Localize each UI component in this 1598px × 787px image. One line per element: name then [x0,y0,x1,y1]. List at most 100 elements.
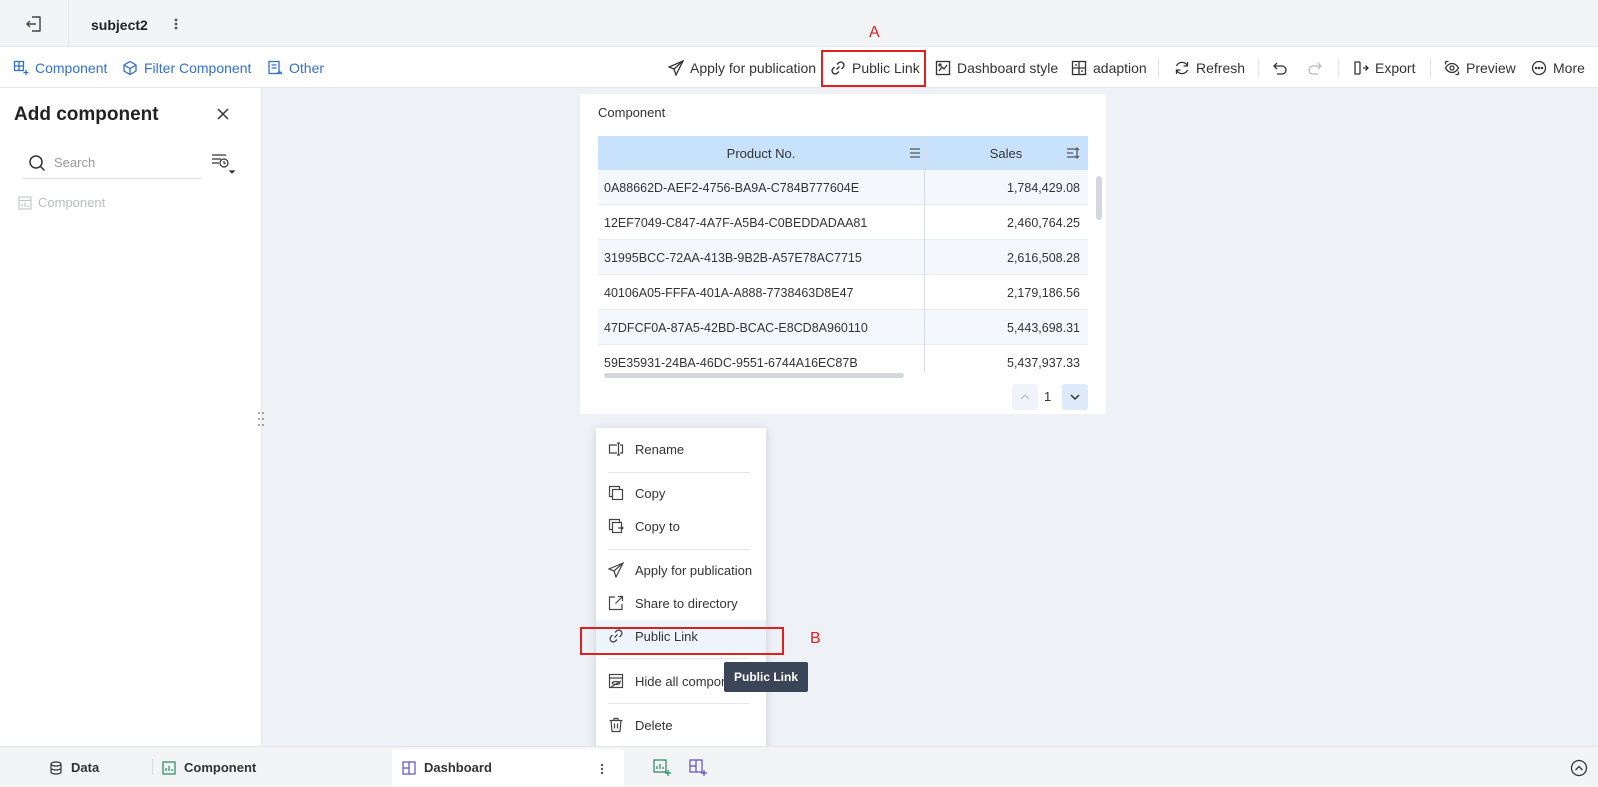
page-down-button[interactable] [1062,384,1088,410]
column-header-label: Product No. [726,145,796,161]
other-button[interactable]: Other [267,47,324,88]
title-divider [68,0,69,47]
apply-publication-label: Apply for publication [690,59,817,76]
undo-button[interactable] [1272,47,1288,88]
cell-product: 40106A05-FFFA-401A-A888-7738463D8E47 [604,286,854,300]
vertical-scrollbar[interactable] [1096,176,1102,220]
chart-icon [162,760,176,775]
column-divider [924,136,925,372]
search-box [22,147,202,179]
tab-data[interactable]: Data [49,747,99,787]
close-icon[interactable] [215,106,231,122]
title-more-icon[interactable] [170,14,182,34]
search-input[interactable] [54,155,184,170]
menu-item-share-directory[interactable]: Share to directory [596,587,766,619]
adaption-button[interactable]: adaption [1071,47,1147,88]
column-header-sales[interactable]: Sales [924,136,1088,170]
redo-button[interactable] [1307,47,1323,88]
card-title: Component [598,105,666,120]
tree-item-component[interactable]: Component [18,195,105,210]
resize-handle-icon[interactable] [256,410,266,428]
panel-title: Add component [14,104,159,125]
menu-item-label: Copy to [635,518,680,534]
marker-label-b: B [810,630,821,647]
menu-item-rename[interactable]: Rename [596,433,766,465]
tab-more-icon[interactable] [596,761,608,777]
add-dashboard-icon[interactable] [689,759,707,777]
more-button[interactable]: More [1531,47,1585,88]
preview-icon [1444,60,1460,75]
tab-dashboard[interactable]: Dashboard [392,749,624,786]
filter-component-icon [123,60,137,75]
toolbar-divider [1158,58,1159,78]
exit-icon[interactable] [24,14,44,34]
add-component-icon [13,60,29,75]
export-icon [1354,60,1369,75]
table-row[interactable]: 47DFCF0A-87A5-42BD-BCAC-E8CD8A960110 5,44… [598,310,1088,345]
table-icon [18,195,32,210]
preview-button[interactable]: Preview [1444,47,1516,88]
menu-item-copy-to[interactable]: Copy to [596,510,766,542]
tab-component[interactable]: Component [162,747,256,787]
column-menu-icon[interactable] [908,146,922,160]
table-row[interactable]: 59E35931-24BA-46DC-9551-6744A16EC87B 5,43… [598,345,1088,372]
table-row[interactable]: 31995BCC-72AA-413B-9B2B-A57E78AC7715 2,61… [598,240,1088,275]
dashboard-style-icon [935,60,951,75]
copy-icon [608,485,624,501]
history-filter-icon[interactable] [210,152,238,176]
share-icon [608,595,624,611]
table-row[interactable]: 12EF7049-C847-4A7F-A5B4-C0BEDDADAA81 2,46… [598,205,1088,240]
filter-component-button[interactable]: Filter Component [122,47,251,88]
menu-item-copy[interactable]: Copy [596,477,766,509]
table-row[interactable]: 0A88662D-AEF2-4756-BA9A-C784B777604E 1,78… [598,170,1088,205]
table-row[interactable]: 40106A05-FFFA-401A-A888-7738463D8E47 2,17… [598,275,1088,310]
menu-item-label: Share to directory [635,595,738,611]
toolbar: Component Filter Component Other Apply f… [0,47,1598,88]
component-card[interactable]: Component Product No. Sales 0A88662D-AEF… [580,94,1106,414]
menu-item-delete[interactable]: Delete [596,709,766,741]
adaption-label: adaption [1093,59,1147,76]
adaption-icon [1071,60,1087,75]
cell-product: 12EF7049-C847-4A7F-A5B4-C0BEDDADAA81 [604,216,868,230]
dashboard-style-button[interactable]: Dashboard style [935,47,1058,88]
cell-sales: 5,443,698.31 [1007,321,1080,335]
sort-icon[interactable] [1066,146,1080,160]
refresh-icon [1175,61,1189,74]
menu-divider [608,703,750,704]
component-button[interactable]: Component [13,47,107,88]
apply-publication-button[interactable]: Apply for publication [668,47,816,88]
refresh-button[interactable]: Refresh [1174,47,1245,88]
tab-dashboard-label-group: Dashboard [402,760,492,775]
redo-icon [1308,62,1322,75]
collapse-icon[interactable] [1570,759,1588,777]
other-label: Other [289,59,325,76]
menu-item-label: Rename [635,441,685,457]
highlight-marker-b [580,627,784,655]
trash-icon [609,717,623,733]
horizontal-scrollbar[interactable] [604,373,904,378]
bottom-divider [152,759,153,775]
copy-to-icon [608,518,624,534]
data-table: Product No. Sales 0A88662D-AEF2-4756-BA9… [598,136,1088,372]
rename-icon [608,442,624,456]
undo-icon [1273,62,1287,75]
dashboard-style-label: Dashboard style [957,59,1059,76]
bottom-bar: Data Component Dashboard [0,746,1598,787]
column-header-label: Sales [989,145,1023,161]
export-label: Export [1375,59,1416,76]
cell-sales: 1,784,429.08 [1007,181,1080,195]
more-label: More [1553,59,1585,76]
title-bar: subject2 [0,0,1598,47]
more-icon [1531,60,1547,75]
column-header-product[interactable]: Product No. [598,136,924,170]
page-up-button[interactable] [1012,384,1038,410]
other-icon [268,60,283,74]
export-button[interactable]: Export [1353,47,1415,88]
database-icon [50,760,62,775]
menu-item-label: Delete [635,717,673,733]
menu-divider [608,472,750,473]
menu-item-label: Apply for publication [635,562,753,578]
add-chart-icon[interactable] [653,759,671,777]
menu-item-apply-publication[interactable]: Apply for publication [596,554,766,586]
tab-label: Data [71,760,100,775]
